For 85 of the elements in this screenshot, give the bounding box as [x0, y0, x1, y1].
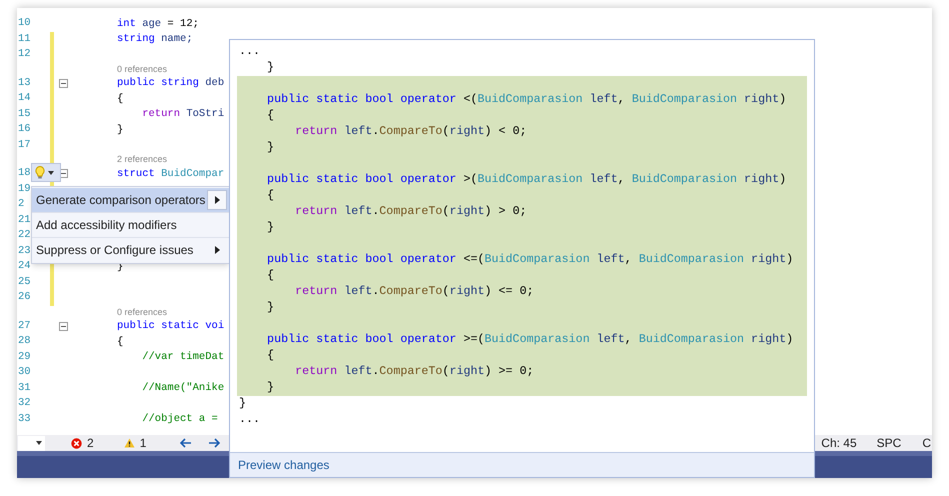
dropdown[interactable]: [18, 436, 45, 450]
line-number: 31: [18, 380, 31, 396]
code-line: }: [266, 222, 274, 234]
code-line: }: [266, 302, 274, 314]
warning-count: 1: [140, 435, 146, 452]
forward-button[interactable]: [208, 438, 220, 448]
line-number: 17: [18, 138, 31, 152]
code-line: return left.CompareTo(right) < 0;: [294, 126, 527, 138]
menu-item-label: Add accessibility modifiers: [36, 217, 177, 234]
line-number: 18: [18, 166, 31, 181]
line-number: 13: [18, 76, 31, 90]
line-number: 28: [18, 334, 31, 349]
spacing-indicator: SPC: [876, 435, 902, 452]
collapse-icon[interactable]: [59, 78, 68, 88]
code-line: ...: [239, 414, 260, 426]
code-line: //object a =: [141, 414, 218, 424]
warning-icon: [124, 438, 135, 448]
code-line: return left.CompareTo(right) <= 0;: [294, 286, 534, 298]
code-line: {: [117, 94, 124, 104]
references-link[interactable]: 0 references: [117, 62, 168, 76]
code-line: {: [266, 190, 274, 202]
line-number: 30: [18, 365, 31, 380]
code-line: //Name("Anike: [141, 383, 224, 394]
menu-item[interactable]: Generate comparison operators: [32, 188, 229, 212]
code-line: struct BuidCompar: [117, 168, 224, 179]
line-number: 15: [18, 106, 31, 122]
line-number: 16: [18, 122, 31, 137]
code-line: string name;: [117, 34, 193, 44]
line-number: 21: [18, 212, 31, 228]
forward-arrow-icon: [208, 438, 220, 448]
code-line: }: [117, 124, 124, 135]
code-line: {: [266, 110, 274, 122]
line-number: 26: [18, 290, 31, 305]
code-line: int age = 12;: [117, 18, 199, 29]
menu-item[interactable]: Suppress or Configure issues: [32, 238, 229, 262]
column-indicator: Ch: 45: [821, 435, 857, 452]
line-number: 25: [18, 274, 31, 290]
line-number: 12: [18, 47, 31, 62]
line-number: 29: [18, 350, 31, 364]
code-line: //var timeDat: [141, 352, 224, 362]
error-icon: [71, 438, 82, 448]
caret-icon: [48, 170, 54, 174]
code-line: return left.CompareTo(right) > 0;: [294, 206, 527, 218]
code-line: {: [266, 270, 274, 282]
code-line: return left.CompareTo(right) >= 0;: [294, 366, 534, 378]
error-count: 2: [87, 435, 94, 452]
line-number: 27: [18, 318, 31, 334]
status-text: C: [922, 435, 931, 452]
line-number: 19: [18, 182, 31, 196]
menu-item-label: Generate comparison operators: [36, 192, 206, 209]
code-line: ...: [239, 46, 260, 58]
back-arrow-icon: [180, 438, 192, 448]
code-line: public static bool operator >(BuidComparasion left, BuidComparasion right): [266, 174, 786, 186]
menu-item[interactable]: Add accessibility modifiers: [32, 213, 229, 237]
line-number: 23: [18, 244, 31, 258]
code-line: }: [266, 62, 274, 74]
preview-changes-link[interactable]: Preview changes: [238, 456, 330, 474]
back-button[interactable]: [180, 438, 192, 448]
submenu-button[interactable]: [207, 190, 227, 210]
lightbulb-icon: [35, 166, 45, 179]
line-number: 10: [18, 16, 31, 31]
code-line: public static voi: [117, 321, 224, 332]
code-line: {: [117, 336, 124, 347]
references-link[interactable]: 2 references: [117, 153, 168, 166]
line-number: 2: [18, 197, 24, 212]
lightbulb-button[interactable]: [31, 163, 61, 182]
line-number: 14: [18, 91, 31, 106]
collapse-icon[interactable]: [59, 322, 68, 331]
line-number: 22: [18, 228, 31, 243]
menu-item-label: Suppress or Configure issues: [36, 242, 194, 259]
code-line: public static bool operator <(BuidComparasion left, BuidComparasion right): [266, 94, 786, 106]
line-number: 32: [18, 396, 31, 411]
code-line: public static bool operator <=(BuidComparasion left, BuidComparasion right): [266, 254, 794, 266]
code-line: public static bool operator >=(BuidComparasion left, BuidComparasion right): [266, 334, 794, 346]
references-link[interactable]: 0 references: [117, 306, 168, 318]
code-line: return ToStri: [141, 109, 224, 120]
caret-icon: [36, 441, 42, 445]
code-line: }: [266, 142, 274, 154]
line-number: 24: [18, 259, 31, 274]
code-line: }: [266, 382, 274, 394]
line-number: 33: [18, 412, 31, 426]
code-line: }: [239, 398, 246, 410]
code-line: {: [266, 350, 274, 362]
code-line: public string deb: [117, 78, 224, 88]
line-number: 11: [18, 32, 31, 46]
